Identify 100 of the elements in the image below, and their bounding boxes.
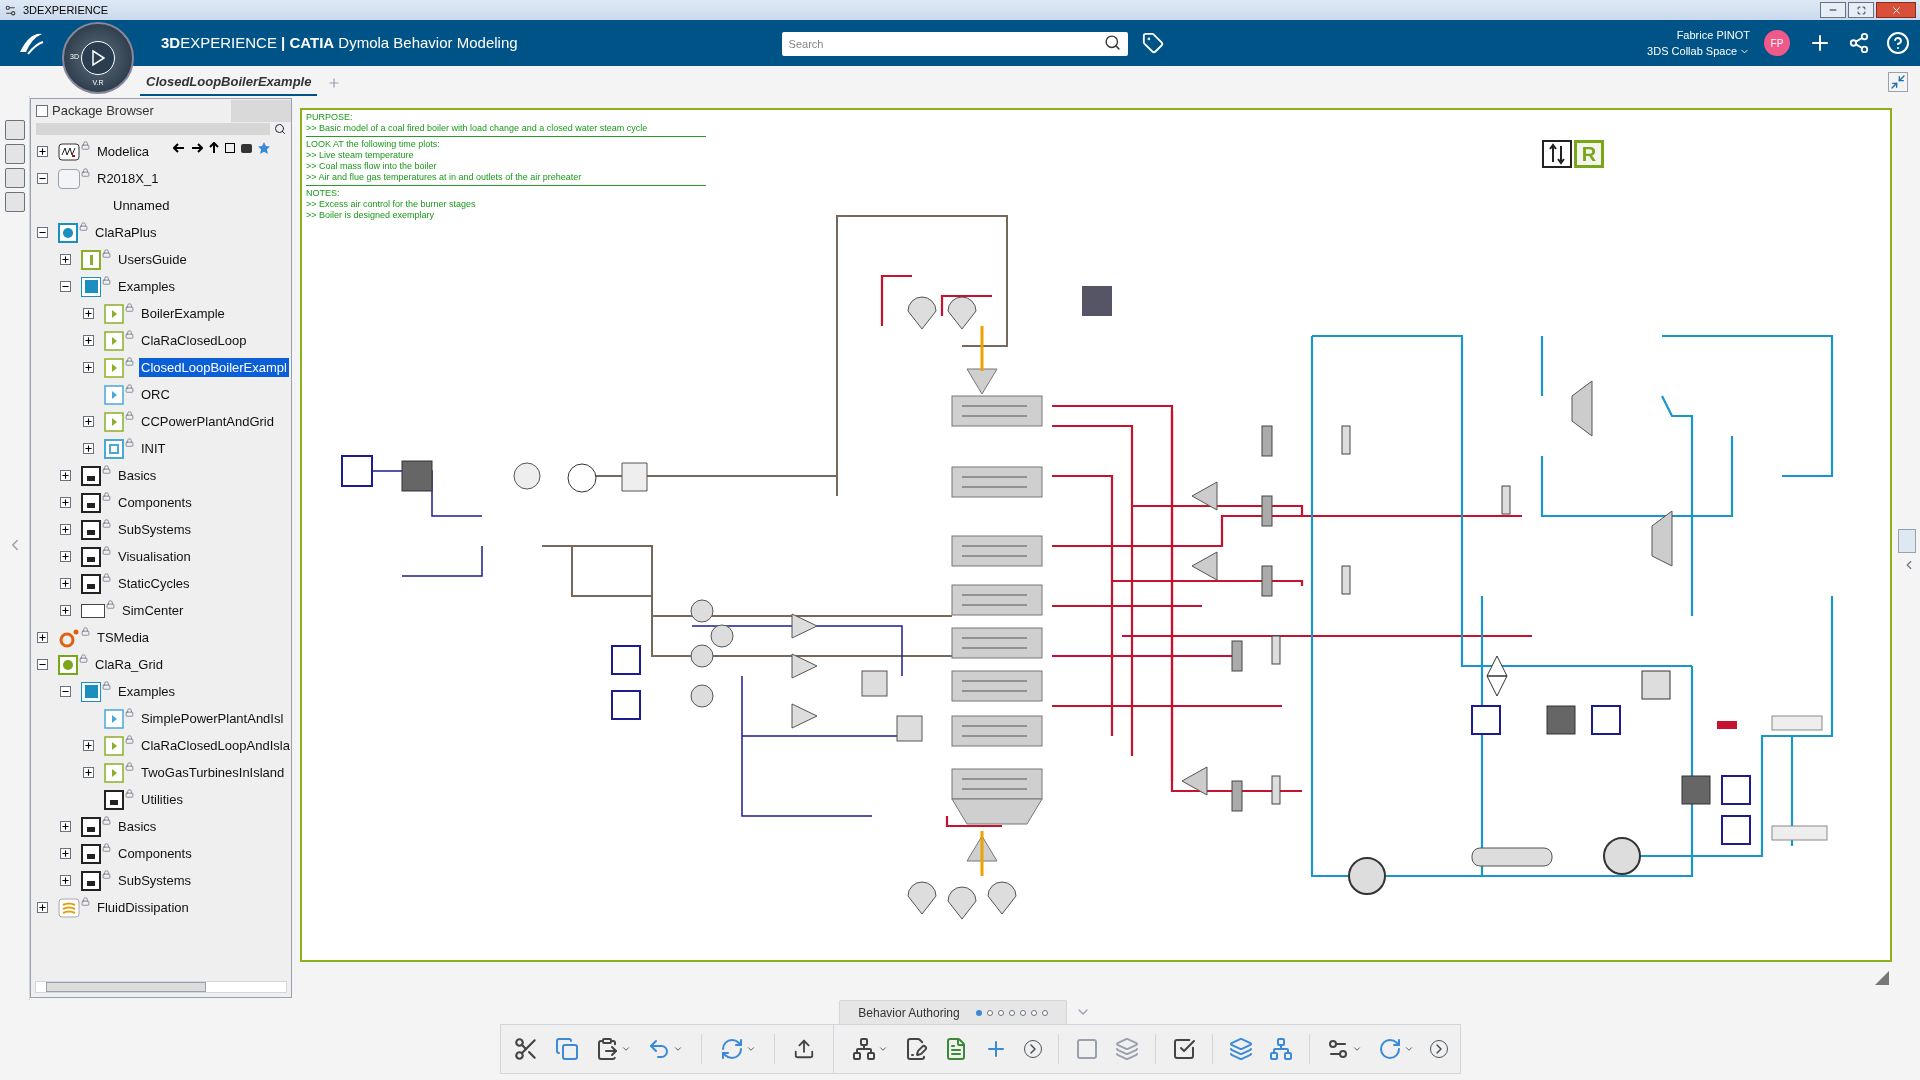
expand-toggle[interactable] xyxy=(83,308,94,319)
expand-toggle[interactable] xyxy=(83,443,94,454)
info-icon xyxy=(81,249,101,270)
expand-toggle[interactable] xyxy=(60,605,71,616)
expand-toggle[interactable] xyxy=(83,362,94,373)
expand-toggle[interactable] xyxy=(37,902,48,913)
collapse-toggle[interactable] xyxy=(60,281,71,292)
tree-item[interactable]: StaticCycles xyxy=(116,573,192,594)
tree-item[interactable]: Utilities xyxy=(139,789,185,810)
lock-icon xyxy=(125,411,134,420)
plus-icon xyxy=(61,876,70,885)
tree-item[interactable]: Components xyxy=(116,492,194,513)
tree-item[interactable]: ORC xyxy=(139,384,172,405)
collapse-toggle[interactable] xyxy=(37,659,48,670)
expand-toggle[interactable] xyxy=(60,254,71,265)
expand-toggle[interactable] xyxy=(60,848,71,859)
minimize-button[interactable] xyxy=(1820,2,1846,18)
star-icon[interactable] xyxy=(258,142,270,154)
expand-toggle[interactable] xyxy=(60,875,71,886)
tree-item[interactable]: FluidDissipation xyxy=(95,897,191,918)
tree-item[interactable]: SubSystems xyxy=(116,870,193,891)
package-icon xyxy=(81,546,101,567)
expand-toggle[interactable] xyxy=(60,578,71,589)
lock-icon xyxy=(102,249,111,258)
tree-item[interactable]: Modelica xyxy=(95,141,152,162)
filter-field[interactable] xyxy=(36,123,270,135)
horizontal-scrollbar[interactable] xyxy=(35,981,287,993)
expand-toggle[interactable] xyxy=(37,632,48,643)
lock-icon xyxy=(102,276,111,285)
share-icon[interactable] xyxy=(1848,32,1870,54)
forward-arrow-icon[interactable] xyxy=(191,143,203,153)
panel-tab[interactable] xyxy=(4,120,25,140)
tree-item[interactable]: ClaRa_Grid xyxy=(93,654,165,675)
tree-item[interactable]: UsersGuide xyxy=(116,249,189,270)
collapse-toggle[interactable] xyxy=(37,173,48,184)
note-heading: PURPOSE: xyxy=(306,112,353,123)
expand-toggle[interactable] xyxy=(37,146,48,157)
upload-icon xyxy=(792,1038,815,1060)
tree-item[interactable]: Examples xyxy=(116,276,178,297)
expand-toggle[interactable] xyxy=(60,524,71,535)
up-arrow-icon[interactable] xyxy=(209,142,219,154)
collapse-toggle[interactable] xyxy=(37,227,48,238)
back-arrow-icon[interactable] xyxy=(173,143,185,153)
examples-icon xyxy=(81,681,101,702)
tree-item[interactable]: SimCenter xyxy=(120,600,186,621)
layers-icon xyxy=(58,897,80,918)
collab-space-selector[interactable]: 3DS Collab Space xyxy=(1647,43,1750,60)
refresh-icon xyxy=(719,1037,744,1061)
expand-toggle[interactable] xyxy=(60,821,71,832)
tree-item[interactable]: Unnamed xyxy=(111,195,172,216)
search-icon[interactable] xyxy=(1103,34,1121,51)
tree-item[interactable]: TSMedia xyxy=(95,627,152,648)
tree-item[interactable]: SubSystems xyxy=(116,519,193,540)
close-button[interactable] xyxy=(1876,2,1916,18)
scissors-icon xyxy=(512,1036,539,1062)
plus-icon xyxy=(38,147,47,156)
tree-item[interactable]: Basics xyxy=(116,465,159,486)
tree-item[interactable]: ClaRaClosedLoop xyxy=(139,330,249,351)
tree-item[interactable]: Visualisation xyxy=(116,546,193,567)
expand-toggle[interactable] xyxy=(83,335,94,346)
expand-toggle[interactable] xyxy=(60,470,71,481)
panel-tab[interactable] xyxy=(4,192,25,212)
tree-item[interactable]: R2018X_1 xyxy=(95,168,161,189)
expand-toggle[interactable] xyxy=(60,497,71,508)
plus-icon xyxy=(84,741,93,750)
search-field[interactable]: Search xyxy=(781,32,1128,56)
lock-icon xyxy=(81,627,90,636)
help-icon[interactable] xyxy=(1886,31,1910,55)
expand-toggle[interactable] xyxy=(83,740,94,751)
panel-title: Package Browser xyxy=(52,102,154,121)
search-icon[interactable] xyxy=(274,123,286,135)
panel-tab[interactable] xyxy=(4,168,25,188)
collapse-toggle[interactable] xyxy=(60,686,71,697)
document-tab[interactable]: ClosedLoopBoilerExample xyxy=(140,70,318,96)
tree-item[interactable]: SimplePowerPlantAndIsl xyxy=(139,708,286,729)
section-tab[interactable]: Behavior Authoring xyxy=(839,1000,1067,1024)
panel-tab[interactable] xyxy=(4,144,25,164)
tag-icon[interactable] xyxy=(1141,32,1164,54)
app-icon xyxy=(4,3,17,17)
tree-item[interactable]: Examples xyxy=(116,681,178,702)
tree-item[interactable]: BoilerExample xyxy=(139,303,227,324)
expand-toggle[interactable] xyxy=(60,551,71,562)
tree-item[interactable]: INIT xyxy=(139,438,168,459)
maximize-button[interactable] xyxy=(1848,2,1874,18)
checkbox-icon xyxy=(1171,1037,1196,1061)
package-icon xyxy=(81,573,101,594)
resize-grip-icon[interactable] xyxy=(1874,970,1890,986)
tree-item[interactable]: TwoGasTurbinesInIsland xyxy=(139,762,287,783)
tree-item[interactable]: ClosedLoopBoilerExampl xyxy=(139,357,289,378)
collapse-icon[interactable] xyxy=(1888,72,1908,92)
tree-item[interactable]: Basics xyxy=(116,816,159,837)
tree-item[interactable]: ClaRaPlus xyxy=(93,222,159,243)
tree-item[interactable]: CCPowerPlantAndGrid xyxy=(139,411,276,432)
tree-item[interactable]: Components xyxy=(116,843,194,864)
tree-item[interactable]: ClaRaClosedLoopAndIsla xyxy=(139,735,291,756)
lock-icon xyxy=(125,762,134,771)
expand-toggle[interactable] xyxy=(83,416,94,427)
plus-icon xyxy=(61,471,70,480)
close-icon xyxy=(1890,4,1902,16)
expand-toggle[interactable] xyxy=(83,767,94,778)
